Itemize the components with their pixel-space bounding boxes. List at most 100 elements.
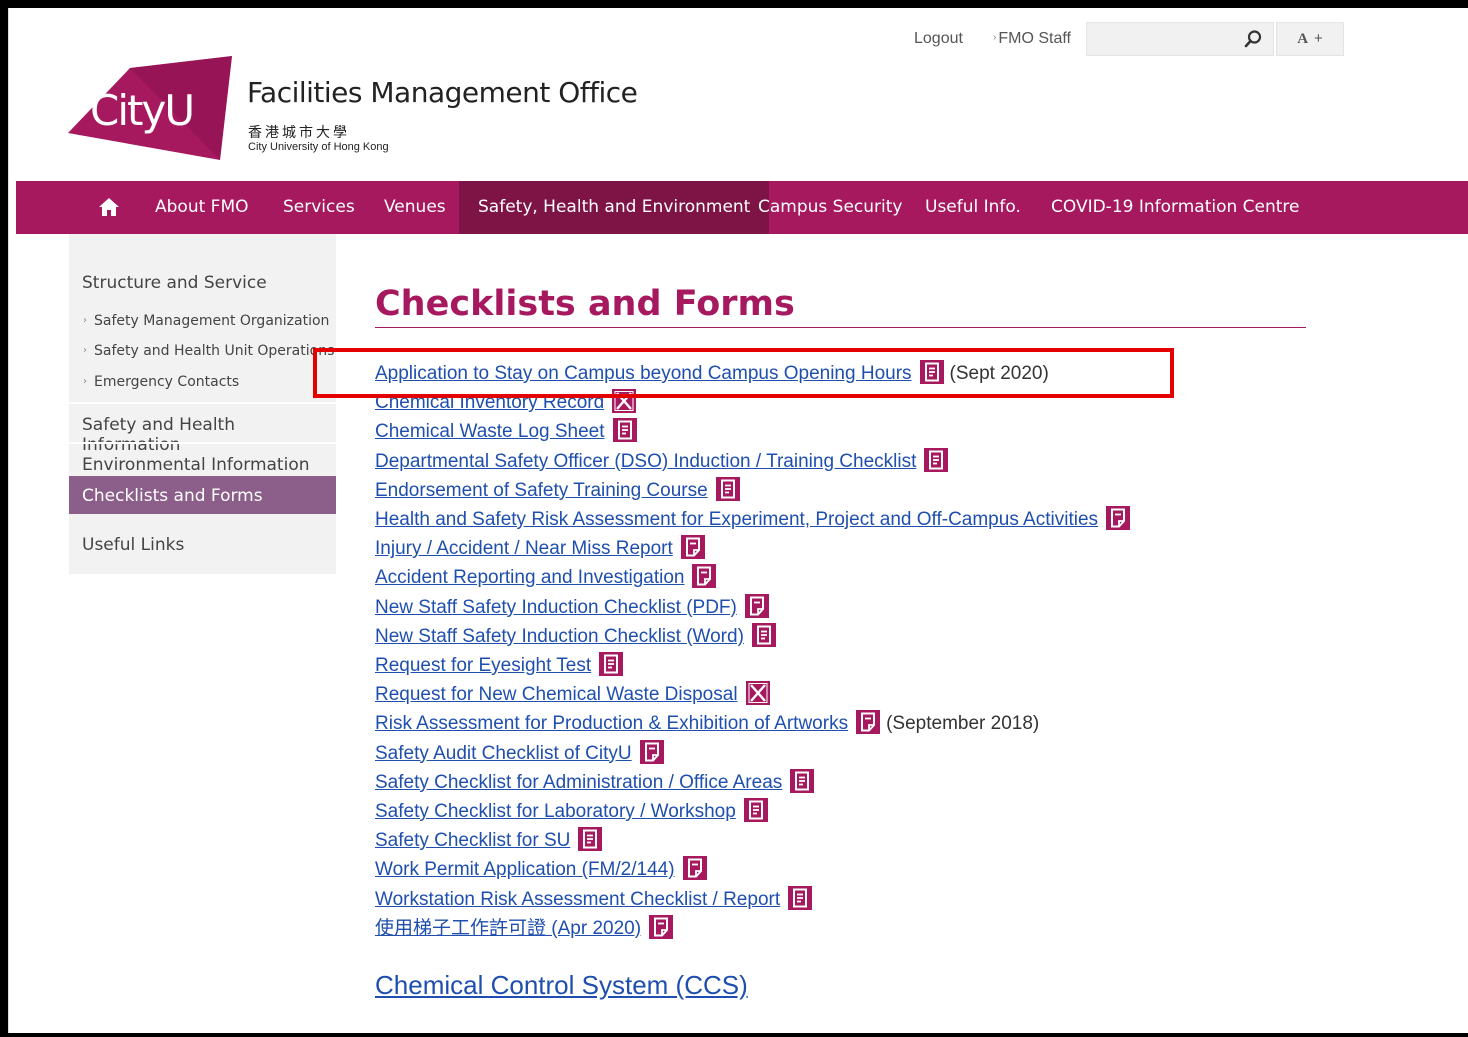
sidebar-divider: [69, 442, 336, 444]
form-link[interactable]: Request for Eyesight Test: [375, 655, 591, 676]
sidebar-checklists-label: Checklists and Forms: [82, 486, 263, 506]
font-size-label: A: [1297, 31, 1309, 47]
sidebar-sub-item[interactable]: › Safety Management Organization: [83, 313, 329, 329]
pdf-file-icon[interactable]: [744, 593, 769, 618]
nav-services[interactable]: Services: [283, 181, 355, 234]
nav-useful-info[interactable]: Useful Info.: [925, 181, 1021, 234]
fmo-staff-link[interactable]: › FMO Staff: [993, 30, 1071, 48]
form-link[interactable]: New Staff Safety Induction Checklist (Wo…: [375, 626, 744, 647]
word-file-icon[interactable]: [790, 768, 815, 793]
form-link[interactable]: Injury / Accident / Near Miss Report: [375, 538, 673, 559]
page-title: Checklists and Forms: [375, 284, 795, 324]
logout-link[interactable]: Logout: [914, 30, 963, 48]
pdf-file-icon[interactable]: [649, 914, 674, 939]
word-file-icon[interactable]: [612, 418, 637, 443]
sidebar-sub-item[interactable]: › Emergency Contacts: [83, 374, 239, 390]
form-date-note: (September 2018): [886, 713, 1040, 735]
form-list-item: Safety Checklist for Administration / Of…: [375, 768, 815, 797]
form-link[interactable]: Work Permit Application (FM/2/144): [375, 859, 675, 880]
nav-venues[interactable]: Venues: [384, 181, 446, 234]
sidebar-useful-links[interactable]: Useful Links: [82, 535, 184, 555]
word-file-icon[interactable]: [715, 476, 740, 501]
nav-campus-security[interactable]: Campus Security: [758, 181, 902, 234]
sidebar-divider: [69, 402, 336, 404]
form-link[interactable]: Endorsement of Safety Training Course: [375, 480, 708, 501]
font-size-button[interactable]: A +: [1276, 22, 1344, 56]
university-name-chinese: 香港城市大學: [248, 124, 350, 140]
nav-covid-info-centre[interactable]: COVID-19 Information Centre: [1051, 181, 1300, 234]
sidebar-sub-item[interactable]: › Safety and Health Unit Operations: [83, 343, 334, 359]
form-list-item: Risk Assessment for Production & Exhibit…: [375, 710, 1039, 738]
main-navigation: About FMO Services Venues Safety, Health…: [16, 181, 1468, 234]
form-list-item: Chemical Waste Log Sheet: [375, 418, 637, 446]
word-file-icon[interactable]: [599, 652, 624, 676]
sidebar-safety-health-info[interactable]: Safety and Health Information: [82, 415, 336, 455]
word-file-icon[interactable]: [578, 827, 603, 852]
cityu-logo-text: CityU: [90, 86, 195, 135]
form-list-item: 使用梯子工作許可證 (Apr 2020): [375, 914, 674, 943]
form-list-item: New Staff Safety Induction Checklist (PD…: [375, 593, 769, 622]
form-list-item: Request for Eyesight Test: [375, 652, 624, 680]
form-link[interactable]: Departmental Safety Officer (DSO) Induct…: [375, 451, 916, 472]
search-icon[interactable]: [1243, 29, 1263, 49]
ccs-link[interactable]: Chemical Control System (CCS): [375, 970, 748, 1001]
form-list-item: Request for New Chemical Waste Disposal: [375, 681, 770, 709]
form-link[interactable]: Safety Audit Checklist of CityU: [375, 743, 632, 764]
utility-bar: Logout › FMO Staff A +: [8, 22, 1468, 56]
form-list-item: Departmental Safety Officer (DSO) Induct…: [375, 447, 949, 476]
pdf-file-icon[interactable]: [1106, 506, 1131, 530]
excel-file-icon[interactable]: [745, 681, 770, 706]
form-list-item: Endorsement of Safety Training Course: [375, 476, 740, 505]
nav-about-fmo[interactable]: About FMO: [155, 181, 249, 234]
pdf-file-icon[interactable]: [639, 739, 664, 764]
pdf-file-icon[interactable]: [856, 710, 881, 735]
form-list-item: Accident Reporting and Investigation: [375, 564, 717, 592]
form-link[interactable]: Workstation Risk Assessment Checklist / …: [375, 889, 780, 910]
form-list-item: Workstation Risk Assessment Checklist / …: [375, 885, 813, 914]
form-list-item: Safety Checklist for Laboratory / Worksh…: [375, 798, 768, 826]
form-link[interactable]: Request for New Chemical Waste Disposal: [375, 684, 738, 705]
form-list-item: Health and Safety Risk Assessment for Ex…: [375, 506, 1131, 534]
form-link[interactable]: Safety Checklist for Laboratory / Worksh…: [375, 801, 736, 822]
form-link[interactable]: 使用梯子工作許可證 (Apr 2020): [375, 918, 641, 939]
form-link[interactable]: Risk Assessment for Production & Exhibit…: [375, 713, 848, 734]
sidebar-sub-item-label: Emergency Contacts: [94, 374, 240, 390]
sidebar-sub-item-label: Safety Management Organization: [94, 313, 330, 329]
chevron-right-icon: ›: [83, 376, 87, 387]
fmo-staff-label: FMO Staff: [998, 30, 1071, 47]
sidebar-environmental-info[interactable]: Environmental Information: [82, 455, 310, 475]
home-icon[interactable]: [98, 197, 120, 217]
sidebar: Structure and Service › Safety Management…: [69, 234, 336, 574]
form-list-item: Work Permit Application (FM/2/144): [375, 856, 707, 884]
browser-viewport: Logout › FMO Staff A + CityU Facilities Ma…: [8, 8, 1468, 1033]
form-link[interactable]: Health and Safety Risk Assessment for Ex…: [375, 509, 1098, 530]
word-file-icon[interactable]: [751, 622, 776, 647]
sidebar-checklists-and-forms[interactable]: Checklists and Forms: [69, 476, 336, 514]
sidebar-structure-and-service[interactable]: Structure and Service: [82, 273, 267, 293]
form-list-item: Injury / Accident / Near Miss Report: [375, 535, 705, 563]
bullet-icon: ›: [993, 32, 997, 43]
chevron-right-icon: ›: [83, 315, 87, 326]
form-link[interactable]: New Staff Safety Induction Checklist (PD…: [375, 597, 737, 618]
form-list-item: New Staff Safety Induction Checklist (Wo…: [375, 622, 776, 651]
chevron-right-icon: ›: [83, 345, 87, 356]
form-link[interactable]: Accident Reporting and Investigation: [375, 567, 684, 588]
word-file-icon[interactable]: [924, 447, 949, 472]
font-size-plus: +: [1314, 30, 1323, 47]
university-name-english: City University of Hong Kong: [248, 141, 389, 153]
form-link[interactable]: Safety Checklist for SU: [375, 830, 570, 851]
form-list-item: Safety Audit Checklist of CityU: [375, 739, 664, 768]
word-file-icon[interactable]: [788, 885, 813, 910]
word-file-icon[interactable]: [743, 798, 768, 822]
search-input[interactable]: [1086, 22, 1274, 56]
form-link[interactable]: Chemical Waste Log Sheet: [375, 421, 605, 442]
highlight-annotation-box: [313, 348, 1174, 398]
org-name: Facilities Management Office: [247, 76, 638, 109]
nav-safety-health-environment[interactable]: Safety, Health and Environment: [459, 181, 770, 234]
form-list-item: Safety Checklist for SU: [375, 827, 603, 855]
pdf-file-icon[interactable]: [682, 856, 707, 881]
pdf-file-icon[interactable]: [680, 535, 705, 560]
sidebar-sub-item-label: Safety and Health Unit Operations: [94, 343, 335, 359]
form-link[interactable]: Safety Checklist for Administration / Of…: [375, 772, 782, 793]
pdf-file-icon[interactable]: [692, 564, 717, 589]
